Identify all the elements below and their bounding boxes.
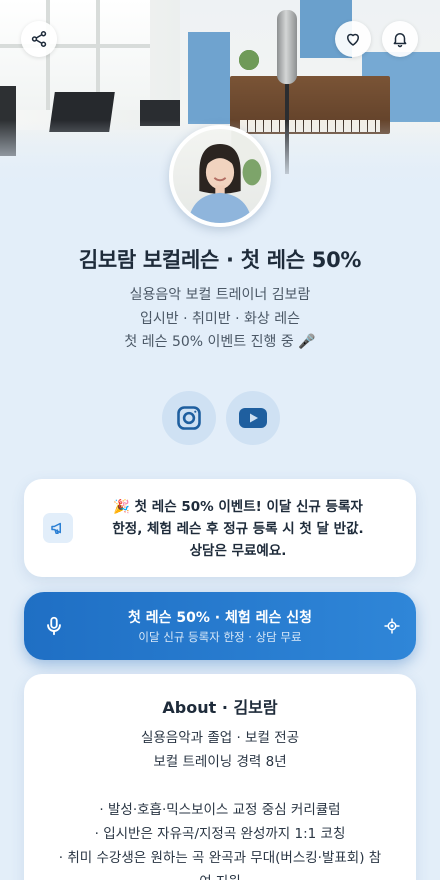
subtitle-line: 첫 레슨 50% 이벤트 진행 중 🎤 [124,334,316,350]
event-notice-card: 🎉 첫 레슨 50% 이벤트! 이달 신규 등록자 한정, 체험 레슨 후 정규… [24,479,416,577]
megaphone-icon [43,513,73,543]
notice-line: 상담은 무료예요. [189,543,287,559]
trial-lesson-button[interactable]: 첫 레슨 50% · 체험 레슨 신청 이달 신규 등록자 한정 · 상담 무료 [24,592,416,660]
about-card: About · 김보람 실용음악과 졸업 · 보컬 전공 보컬 트레이닝 경력 … [24,674,416,880]
about-line: 보컬 트레이닝 경력 8년 [153,754,287,770]
about-line: · 취미 수강생은 원하는 곡 완곡과 무대(버스킹·발표회) 참 [58,850,382,866]
subtitle-line: 입시반 · 취미반 · 화상 레슨 [140,310,300,327]
cta-label: 첫 레슨 50% · 체험 레슨 신청 [128,610,312,626]
about-line [46,774,394,798]
about-line: 여 지원 [46,870,394,880]
crosshair-icon [380,614,404,638]
bell-icon [393,33,407,48]
share-icon [31,31,47,47]
subtitle-line: 실용음악 보컬 트레이너 김보람 [129,287,311,303]
favorite-button[interactable] [335,21,371,57]
notice-text: 🎉 첫 레슨 50% 이벤트! 이달 신규 등록자 한정, 체험 레슨 후 정규… [80,496,396,562]
about-line: · 입시반은 자유곡/지정곡 완성까지 1:1 코칭 [94,826,346,842]
youtube-icon [239,408,267,428]
instagram-icon [177,406,201,430]
instagram-link[interactable] [162,391,216,445]
share-button[interactable] [21,21,57,57]
heart-icon [347,33,359,46]
about-body: 실용음악과 졸업 · 보컬 전공 보컬 트레이닝 경력 8년 · 발성·호흡·믹… [46,726,394,880]
notice-line: 🎉 첫 레슨 50% 이벤트! 이달 신규 등록자 [113,499,363,515]
about-title: About · 김보람 [162,698,278,717]
youtube-link[interactable] [226,391,280,445]
avatar [169,125,271,227]
cta-sublabel: 이달 신규 등록자 한정 · 상담 무료 [138,630,302,644]
about-line: 실용음악과 졸업 · 보컬 전공 [140,730,300,746]
about-line: · 발성·호흡·믹스보이스 교정 중심 커리큘럼 [99,802,341,818]
page-title: 김보람 보컬레슨 · 첫 레슨 50% [78,248,362,272]
notice-line: 한정, 체험 레슨 후 정규 등록 시 첫 달 반값. [112,521,364,537]
profile-subtitle: 실용음악 보컬 트레이너 김보람 입시반 · 취미반 · 화상 레슨 첫 레슨 … [0,284,440,355]
notification-button[interactable] [382,21,418,57]
social-links [162,391,280,445]
